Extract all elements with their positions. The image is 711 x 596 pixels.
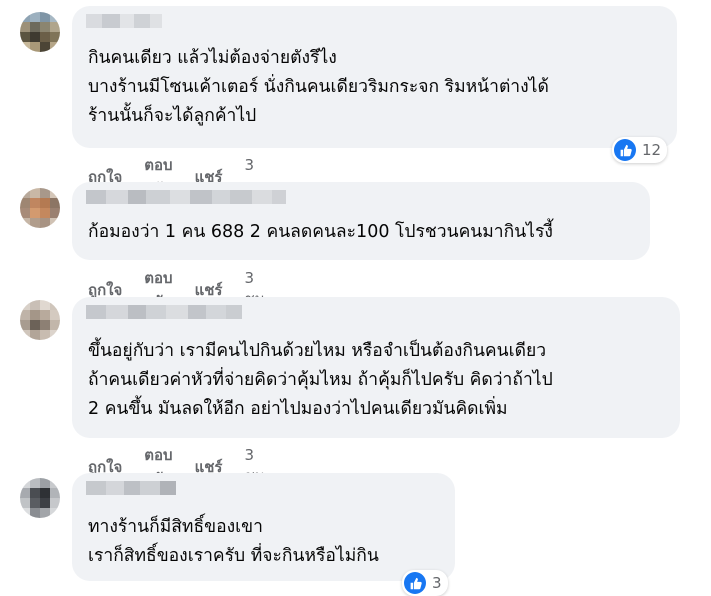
avatar[interactable] [20,188,60,228]
comment-bubble: ก้อมองว่า 1 คน 688 2 คนลดคนละ100 โปรชวนค… [72,182,650,260]
author-name[interactable] [86,481,176,495]
comment-text: ขึ้นอยู่กับว่า เรามีคนไปกินด้วยไหม หรือจ… [88,341,553,419]
avatar[interactable] [20,300,60,340]
comment-bubble: กินคนเดียว แล้วไม่ต้องจ่ายตังรึไง บางร้า… [72,6,677,148]
comment-text: ทางร้านก็มีสิทธิ์ของเขา เราก็สิทธิ์ของเร… [88,517,379,566]
reaction-count-badge[interactable]: 3 [402,570,448,596]
comment-text: กินคนเดียว แล้วไม่ต้องจ่ายตังรึไง บางร้า… [88,48,549,126]
avatar[interactable] [20,12,60,52]
reaction-count: 3 [432,574,442,592]
reaction-count-badge[interactable]: 12 [612,137,668,163]
comment-bubble: ทางร้านก็มีสิทธิ์ของเขา เราก็สิทธิ์ของเร… [72,473,455,581]
avatar[interactable] [20,478,60,518]
like-icon [614,139,636,161]
like-icon [404,572,426,594]
author-name[interactable] [86,305,242,319]
author-name[interactable] [86,14,162,28]
comment-bubble: ขึ้นอยู่กับว่า เรามีคนไปกินด้วยไหม หรือจ… [72,297,680,438]
author-name[interactable] [86,190,286,204]
comment-text: ก้อมองว่า 1 คน 688 2 คนลดคนละ100 โปรชวนค… [88,222,553,242]
reaction-count: 12 [642,141,662,159]
